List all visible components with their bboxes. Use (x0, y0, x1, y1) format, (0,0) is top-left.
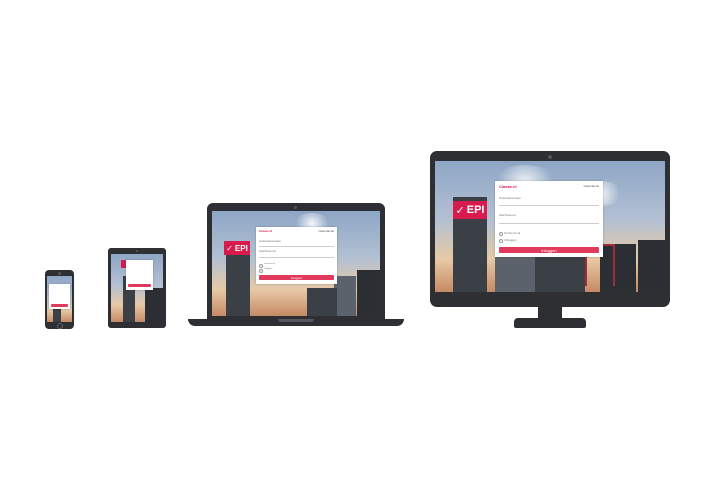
epi-logo-text: EPI (466, 204, 485, 216)
laptop-epi-sign: ✓ EPI (224, 241, 250, 255)
desktop-epi-sign: ✓ EPI (453, 201, 487, 219)
laptop-building-c (307, 288, 337, 316)
desktop-option-2-radio[interactable] (499, 239, 503, 243)
desktop-building-d (638, 240, 665, 292)
laptop-building-a (334, 276, 356, 316)
epi-logo-text: EPI (234, 243, 248, 253)
desktop-username-label: Gebruikersnaam (499, 196, 522, 200)
desktop-password-field[interactable] (499, 223, 599, 224)
phone-camera (58, 272, 61, 275)
desktop-building-a (495, 252, 535, 292)
tablet-device (108, 248, 166, 328)
tablet-camera (136, 250, 138, 252)
laptop-camera (294, 206, 297, 209)
phone-login-button[interactable] (51, 304, 68, 307)
tablet-screen (111, 254, 163, 322)
desktop-camera (548, 155, 552, 159)
phone-login-card (49, 284, 70, 309)
tablet-login-card (126, 260, 153, 290)
laptop-lid: ✓ EPI Ciasas.nl Nederlands Gebruikersnaam… (207, 203, 385, 320)
desktop-login-button[interactable]: Inloggen (499, 247, 599, 253)
laptop-password-label: Wachtwoord (259, 249, 276, 253)
desktop-stand-base (514, 318, 586, 328)
desktop-option-1-label: Onthoud mij (504, 231, 521, 235)
laptop-username-label: Gebruikersnaam (259, 239, 282, 243)
tablet-building-right (145, 288, 163, 322)
laptop-language-select[interactable]: Nederlands (319, 229, 334, 233)
laptop-username-field[interactable] (259, 246, 334, 247)
desktop-option-2-label: Uitloggen (504, 238, 517, 242)
laptop-login-card: Ciasas.nl Nederlands Gebruikersnaam Wach… (256, 227, 337, 284)
desktop-app-title: Ciasas.nl (499, 184, 517, 189)
phone-screen (47, 276, 72, 322)
laptop-option-1-radio[interactable] (259, 264, 263, 268)
desktop-option-1-radio[interactable] (499, 232, 503, 236)
desktop-login-card: Ciasas.nl Nederlands Gebruikersnaam Wach… (495, 181, 603, 257)
desktop-password-label: Wachtwoord (499, 213, 516, 217)
laptop-notch (278, 319, 314, 322)
check-icon: ✓ (455, 204, 465, 217)
phone-device (45, 270, 74, 329)
desktop-username-field[interactable] (499, 205, 599, 206)
desktop-monitor: ✓ EPI Ciasas.nl Nederlands Gebruikersnaam… (430, 151, 670, 307)
desktop-language-select[interactable]: Nederlands (584, 184, 599, 188)
tablet-login-button[interactable] (128, 284, 151, 287)
laptop-password-field[interactable] (259, 257, 334, 258)
laptop-option-1-label: Onthoud mij (264, 263, 275, 265)
laptop-app-title: Ciasas.nl (259, 229, 273, 233)
laptop-login-button[interactable]: Inloggen (259, 275, 334, 280)
laptop-option-2-radio[interactable] (259, 269, 263, 273)
desktop-screen: ✓ EPI Ciasas.nl Nederlands Gebruikersnaam… (435, 161, 665, 292)
laptop-option-2-label: Uitloggen (264, 268, 273, 270)
phone-home-button[interactable] (57, 323, 63, 329)
laptop-screen: ✓ EPI Ciasas.nl Nederlands Gebruikersnaam… (212, 211, 380, 316)
laptop-building-b (357, 270, 380, 316)
check-icon: ✓ (226, 243, 233, 253)
